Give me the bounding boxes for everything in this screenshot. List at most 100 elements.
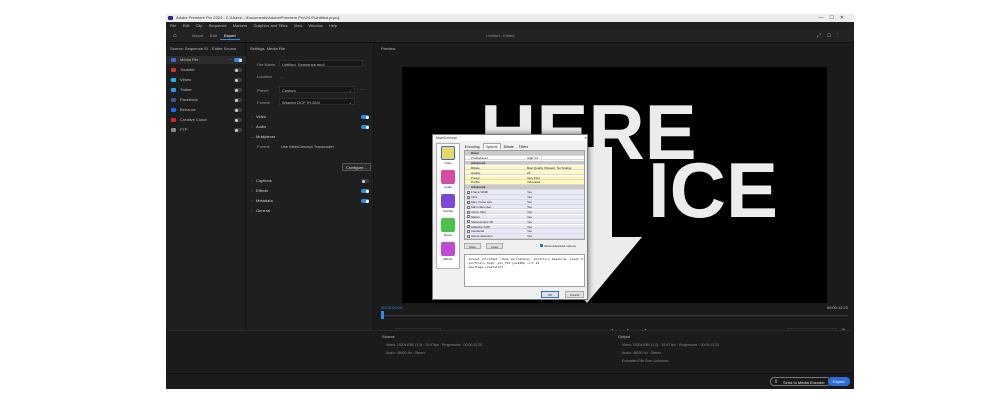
category-video[interactable]: Video (439, 146, 457, 165)
effects-toggle[interactable] (361, 189, 369, 193)
property-row[interactable]: Main video dec. Yes (465, 204, 584, 210)
destination-creative-cloud[interactable]: Creative Cloud (166, 116, 246, 124)
category-audio[interactable]: Audio (439, 170, 457, 189)
property-row[interactable]: Frame Width Yes (465, 190, 584, 195)
property-row[interactable]: Interlaced Yes (465, 229, 584, 234)
checkbox-icon[interactable] (467, 210, 470, 214)
video-toggle[interactable] (361, 115, 369, 119)
load-button[interactable]: Load (486, 243, 503, 249)
section-video[interactable]: › Video (251, 113, 371, 121)
captions-toggle[interactable] (361, 179, 369, 183)
checkbox-icon[interactable] (467, 205, 470, 209)
current-timecode[interactable]: 00:00:00:00 (381, 305, 402, 310)
checkbox-icon[interactable] (467, 215, 470, 219)
property-value: Yes (527, 214, 532, 219)
section-audio[interactable]: › Audio (251, 123, 371, 131)
menu-markers[interactable]: Markers (233, 23, 247, 28)
section-general[interactable]: › General (251, 207, 371, 215)
menu-window[interactable]: Window (308, 23, 322, 28)
checkbox-icon[interactable] (467, 225, 470, 229)
section-captions[interactable]: › Captions (251, 177, 371, 185)
behance-toggle[interactable] (234, 108, 242, 112)
preset-more-icon[interactable]: ⋯ (360, 87, 364, 92)
category-effects[interactable]: Effects (439, 242, 457, 261)
command-line-textarea[interactable]: -preset ultrafast -tune zerolatency -pro… (464, 254, 585, 287)
checkbox-icon[interactable] (467, 195, 470, 199)
checkbox-icon[interactable] (467, 200, 470, 204)
destination-facebook[interactable]: Facebook (166, 96, 246, 104)
tab-options[interactable]: Options (482, 143, 501, 149)
section-multiplexer[interactable]: ⌄ Multiplexer (251, 133, 371, 141)
twitter-toggle[interactable] (234, 88, 242, 92)
playhead[interactable] (381, 311, 384, 319)
checkbox-icon[interactable] (467, 235, 470, 239)
destination-media-file[interactable]: Media File ⋯ (166, 56, 246, 64)
section-metadata[interactable]: › Metadata (251, 197, 371, 205)
metadata-toggle[interactable] (361, 199, 369, 203)
destination-vimeo[interactable]: Vimeo (166, 76, 246, 84)
menu-graphics[interactable]: Graphics and Titles (253, 23, 287, 28)
property-row[interactable]: Scene detection Yes (465, 234, 584, 239)
property-row[interactable]: Max. frame size Yes (465, 200, 584, 205)
destination-behance[interactable]: Behance (166, 106, 246, 114)
menu-clip[interactable]: Clip (196, 23, 203, 28)
menu-edit[interactable]: Edit (183, 23, 190, 28)
source-row[interactable]: Source: Sequence 01 - Entire Source (170, 46, 236, 51)
destination-ftp[interactable]: FTP (166, 126, 246, 134)
save-button[interactable]: Save (464, 243, 481, 249)
vimeo-toggle[interactable] (234, 78, 242, 82)
media-file-toggle[interactable] (234, 58, 242, 62)
send-to-media-encoder-button[interactable]: ⇪ Send to Media Encoder (770, 377, 831, 386)
creative-cloud-toggle[interactable] (234, 118, 242, 122)
tab-import[interactable]: Import (188, 32, 207, 40)
menu-view[interactable]: View (294, 23, 303, 28)
destination-youtube[interactable]: Youtube (166, 66, 246, 74)
tab-export[interactable]: Export (220, 32, 240, 40)
audio-toggle[interactable] (361, 125, 369, 129)
top-right-icons[interactable]: ⤢▢⋮ (817, 32, 844, 40)
checkbox-icon[interactable] (467, 220, 470, 224)
category-subtitle[interactable]: Subtitle (439, 194, 457, 213)
property-row[interactable]: Preset Very Fast (465, 175, 584, 181)
checkbox-icon[interactable] (467, 190, 470, 194)
property-row[interactable]: Stereoscopic 3D Yes (465, 219, 584, 225)
property-group-header[interactable]: Advanced (465, 160, 584, 166)
youtube-toggle[interactable] (234, 68, 242, 72)
menu-help[interactable]: Help (329, 23, 337, 28)
property-row[interactable]: Stereo Yes (465, 214, 584, 220)
show-advanced-checkbox[interactable]: Show advanced options (540, 244, 576, 248)
menu-file[interactable]: File (170, 23, 176, 28)
scrub-bar[interactable] (381, 315, 848, 316)
preset-dropdown[interactable]: Custom ⌄ (279, 86, 355, 93)
menu-sequence[interactable]: Sequence (209, 23, 227, 28)
more-icon[interactable]: ⋯ (228, 56, 232, 64)
property-row[interactable]: Profile/Level High 4.2 (465, 156, 584, 161)
ftp-toggle[interactable] (234, 128, 242, 132)
property-row[interactable]: Profile Advanced (465, 180, 584, 185)
show-advanced-label: Show advanced options (544, 244, 576, 248)
ok-button[interactable]: OK (541, 291, 560, 298)
location-value[interactable]: ... (281, 74, 284, 79)
category-muxer[interactable]: Muxer (439, 218, 457, 237)
section-effects[interactable]: › Effects (251, 187, 371, 195)
facebook-toggle[interactable] (234, 98, 242, 102)
property-row[interactable]: Quality 23 (465, 170, 584, 176)
format-dropdown[interactable]: Wraptor DCP (H.264) ⌄ (279, 98, 355, 105)
cancel-button[interactable]: Cancel (565, 291, 585, 298)
property-group-header[interactable]: Advanced (465, 185, 584, 190)
export-button[interactable]: Export (828, 377, 850, 386)
output-file-size: Estimated File Size: Unknown (622, 359, 669, 363)
close-icon[interactable]: ✕ (584, 135, 587, 141)
property-row[interactable]: Bitrate Best Quality (Slower), No Scaling (465, 165, 584, 171)
tab-edit[interactable]: Edit (206, 32, 221, 40)
property-row[interactable]: Interp. filter Yes (465, 209, 584, 215)
property-row[interactable]: Adaptive GOP Yes (465, 224, 584, 230)
property-row[interactable]: Intra Yes (465, 195, 584, 200)
property-group-header[interactable]: Basic (465, 151, 584, 156)
home-icon[interactable]: ⌂ (173, 33, 179, 39)
window-controls[interactable]: —☐✕ (818, 14, 850, 22)
destination-twitter[interactable]: Twitter (166, 86, 246, 94)
file-name-field[interactable]: Untitled_Sequence.mp4 (279, 60, 363, 67)
checkbox-icon[interactable] (467, 230, 470, 234)
configure-button[interactable]: Configure... (342, 163, 371, 171)
